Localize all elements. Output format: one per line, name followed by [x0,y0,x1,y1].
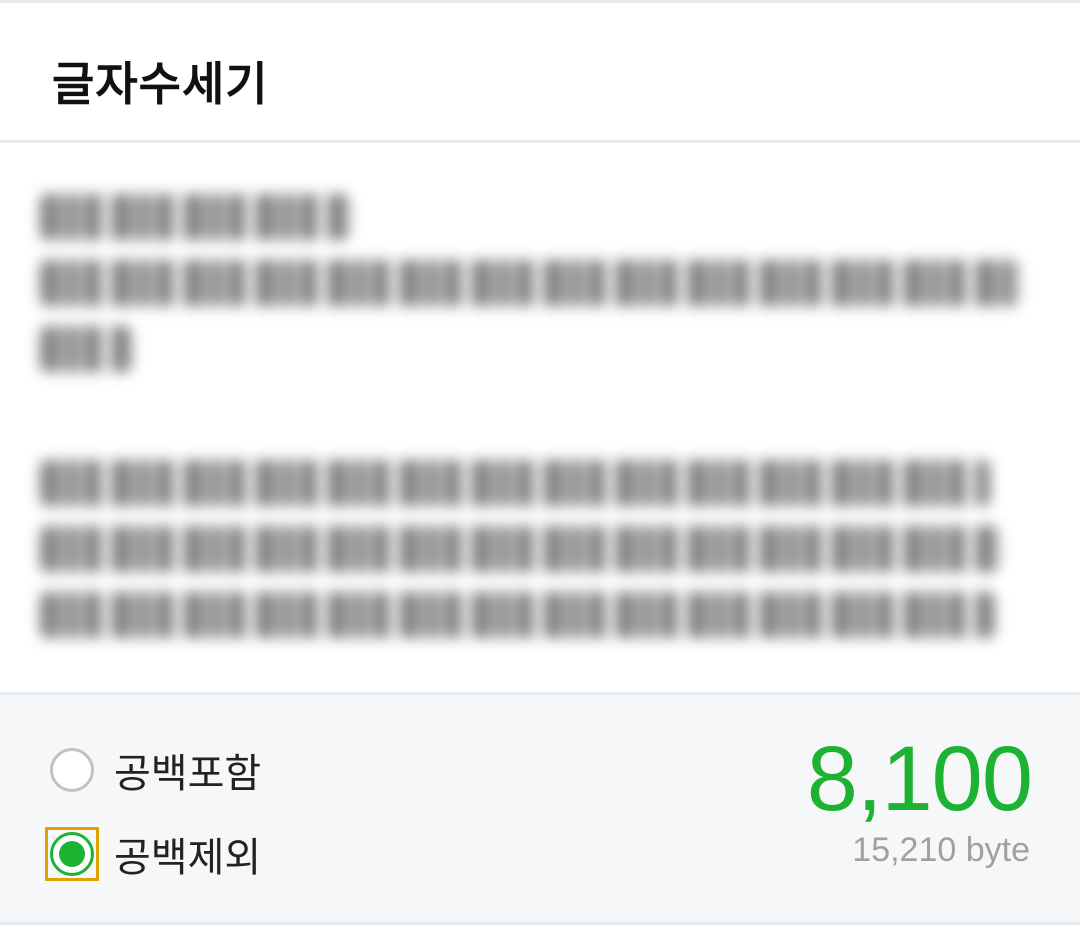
radio-checked-icon[interactable] [50,832,94,876]
option-label: 공백포함 [114,751,262,797]
option-label: 공백제외 [114,835,262,881]
byte-count: 15,210 byte [852,831,1030,869]
text-input-area[interactable] [0,146,1080,692]
blurred-text-line [40,526,1000,572]
radio-unchecked-icon[interactable] [50,748,94,792]
option-include-spaces[interactable]: 공백포함 [50,741,261,799]
bottom-divider [0,922,1080,942]
blurred-text-line [40,326,132,372]
radio-dot [59,841,85,867]
blurred-text-line [40,194,350,240]
blurred-text-line [40,260,1020,306]
page-title: 글자수세기 [52,57,269,111]
option-exclude-spaces[interactable]: 공백제외 [45,825,262,883]
focus-outline [45,827,99,881]
blurred-text-line [40,460,990,506]
blurred-text-line [40,592,995,638]
app-header: 글자수세기 [0,3,1080,143]
character-count: 8,100 [806,728,1033,830]
counter-panel: 공백포함 공백제외 8,100 15,210 byte [0,692,1080,922]
